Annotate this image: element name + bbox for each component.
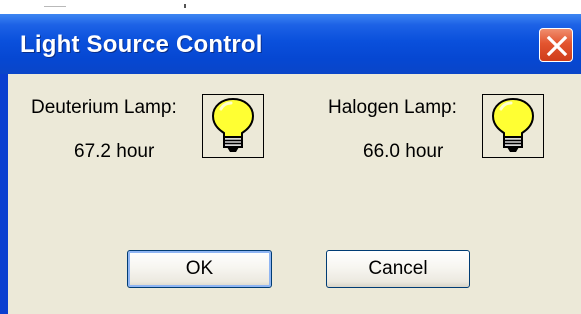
close-button[interactable] [539,28,573,62]
cancel-button[interactable]: Cancel [326,250,470,288]
light-source-control-dialog: Light Source Control Deuterium Lamp: 67.… [0,14,581,314]
ok-button[interactable]: OK [127,250,272,288]
background-artifact [184,4,186,8]
deuterium-lamp-button[interactable] [202,94,264,158]
light-bulb-icon [211,97,255,152]
deuterium-lamp-hours: 67.2 hour [74,141,155,162]
deuterium-lamp-label: Deuterium Lamp: [31,97,177,118]
title-bar[interactable]: Light Source Control [0,14,581,74]
light-bulb-icon [491,97,535,152]
close-x-icon [546,35,568,57]
dialog-body: Deuterium Lamp: 67.2 hour Halogen Lamp: … [8,74,581,314]
halogen-lamp-button[interactable] [482,94,544,158]
halogen-lamp-hours: 66.0 hour [363,141,444,162]
halogen-lamp-label: Halogen Lamp: [328,97,457,118]
background-artifact [44,6,66,7]
dialog-title: Light Source Control [20,31,263,58]
